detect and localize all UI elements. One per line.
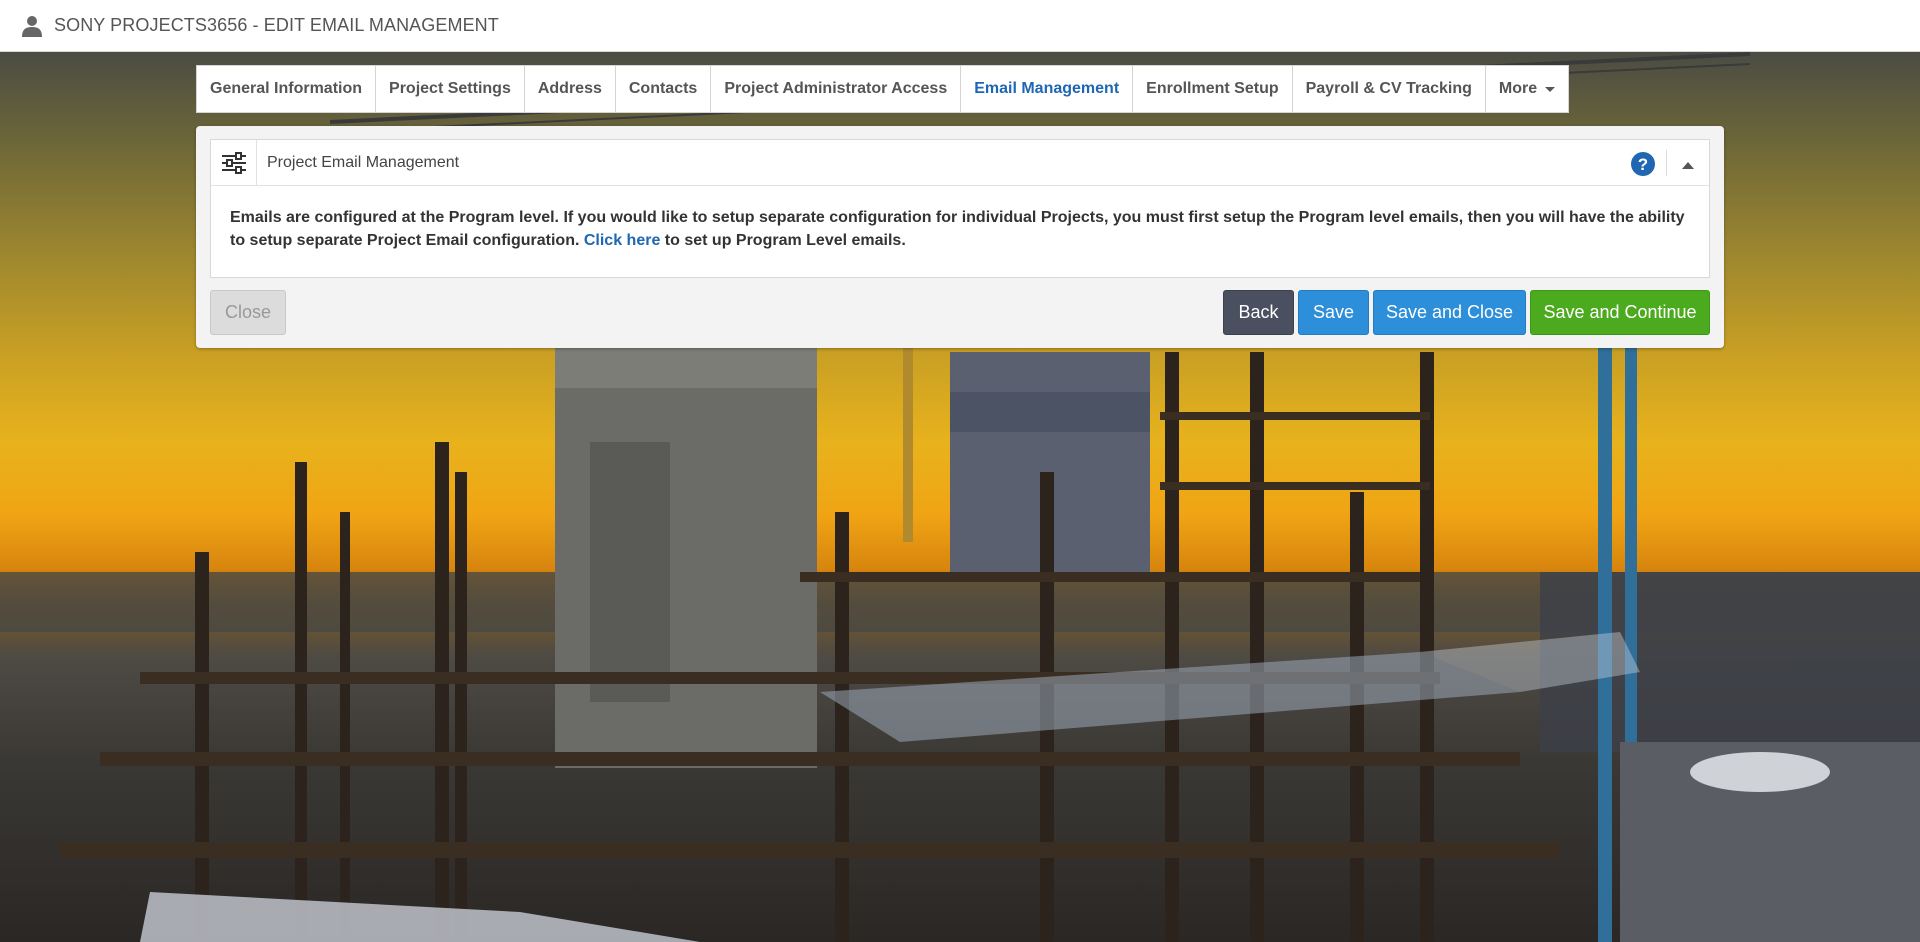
tab-label: Project Settings xyxy=(389,80,511,97)
close-button[interactable]: Close xyxy=(210,290,286,335)
main-panel: Project Email Management ? Emails are co… xyxy=(196,126,1724,348)
tab-general-information[interactable]: General Information xyxy=(196,65,376,113)
info-message: Emails are configured at the Program lev… xyxy=(211,186,1709,252)
collapse-up-icon[interactable] xyxy=(1681,157,1695,169)
tab-more-dropdown[interactable]: More xyxy=(1484,65,1570,113)
save-and-continue-button[interactable]: Save and Continue xyxy=(1530,290,1710,335)
message-text-end: to set up Program Level emails. xyxy=(664,232,906,249)
tab-label: More xyxy=(1498,80,1538,97)
tab-label: Contacts xyxy=(628,80,698,97)
page-title: SONY PROJECTS3656 - EDIT EMAIL MANAGEMEN… xyxy=(54,15,499,35)
tab-project-administrator-access[interactable]: Project Administrator Access xyxy=(710,65,961,113)
tab-label: Payroll & CV Tracking xyxy=(1305,80,1472,97)
card-header: Project Email Management ? xyxy=(211,140,1709,186)
tab-label: Address xyxy=(537,80,602,97)
tab-label: Email Management xyxy=(974,80,1120,97)
tab-payroll-cv-tracking[interactable]: Payroll & CV Tracking xyxy=(1291,65,1485,113)
tab-contacts[interactable]: Contacts xyxy=(614,65,711,113)
tab-label: Enrollment Setup xyxy=(1146,80,1279,97)
tab-address[interactable]: Address xyxy=(523,65,615,113)
tab-bar: General Information Project Settings Add… xyxy=(196,65,1570,113)
sliders-icon xyxy=(211,140,257,185)
back-button[interactable]: Back xyxy=(1223,290,1294,335)
tab-enrollment-setup[interactable]: Enrollment Setup xyxy=(1132,65,1292,113)
program-emails-link[interactable]: Click here xyxy=(584,232,660,249)
message-text: Emails are configured at the Program lev… xyxy=(230,209,1685,249)
tab-project-settings[interactable]: Project Settings xyxy=(375,65,524,113)
card-title: Project Email Management xyxy=(267,153,460,171)
page-header: SONY PROJECTS3656 - EDIT EMAIL MANAGEMEN… xyxy=(0,0,1920,52)
tab-label: General Information xyxy=(210,80,363,97)
caret-down-icon xyxy=(1545,86,1556,92)
svg-text:?: ? xyxy=(1638,155,1648,174)
email-management-card: Project Email Management ? Emails are co… xyxy=(210,139,1710,278)
tab-email-management[interactable]: Email Management xyxy=(960,65,1133,113)
tab-label: Project Administrator Access xyxy=(724,80,948,97)
save-button[interactable]: Save xyxy=(1298,290,1369,335)
header-divider xyxy=(1666,150,1667,176)
help-icon[interactable]: ? xyxy=(1631,152,1655,176)
user-icon xyxy=(20,14,44,38)
save-and-close-button[interactable]: Save and Close xyxy=(1373,290,1526,335)
